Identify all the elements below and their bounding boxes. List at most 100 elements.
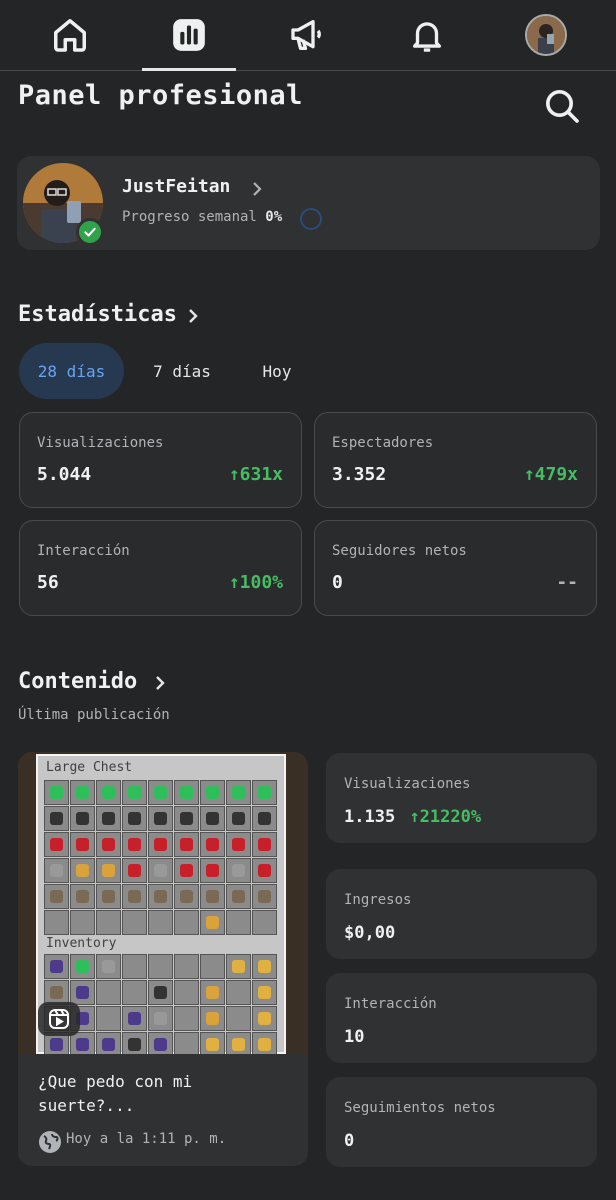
stat-label: Visualizaciones <box>37 435 164 451</box>
stat-value: 5.044 <box>37 464 92 485</box>
inventory-slot <box>70 1032 95 1054</box>
inventory-slot <box>70 780 95 805</box>
item-icon <box>258 890 271 903</box>
item-icon <box>128 838 141 851</box>
item-icon <box>102 960 115 973</box>
inventory-slot <box>148 780 173 805</box>
home-icon <box>53 19 86 52</box>
chevron-right-icon[interactable] <box>186 305 200 331</box>
item-icon <box>50 786 63 799</box>
item-icon <box>102 864 115 877</box>
inventory-slot <box>226 806 251 831</box>
metric-value: 1.135 ↑21220% <box>344 807 481 827</box>
inventory-slot <box>44 954 69 979</box>
post-metric-views[interactable]: Visualizaciones 1.135 ↑21220% <box>326 753 597 843</box>
verified-badge-icon <box>76 218 104 246</box>
tab-28-days[interactable]: 28 días <box>19 343 124 399</box>
profile-card[interactable] <box>17 156 600 250</box>
item-icon <box>232 812 245 825</box>
inventory-slot <box>122 1032 147 1054</box>
inventory-slot <box>96 780 121 805</box>
stat-card-net-followers[interactable]: Seguidores netos 0 -- <box>314 520 597 616</box>
tab-7-days[interactable]: 7 días <box>138 343 226 399</box>
page-title: Panel profesional <box>18 80 303 111</box>
inventory-slot <box>96 832 121 857</box>
stat-card-views[interactable]: Visualizaciones 5.044 ↑631x <box>19 412 302 508</box>
inventory-slot <box>252 884 277 909</box>
latest-post-card[interactable]: Large Chest Inventory ¿Que pedo con mi s… <box>18 752 308 1166</box>
inventory-slot <box>148 1006 173 1031</box>
inventory-slot <box>252 806 277 831</box>
inventory-slot <box>226 832 251 857</box>
inventory-slot <box>226 780 251 805</box>
inventory-slot <box>122 858 147 883</box>
inventory-slots <box>44 954 277 1054</box>
stat-card-engagement[interactable]: Interacción 56 ↑100% <box>19 520 302 616</box>
inventory-slot <box>122 806 147 831</box>
item-icon <box>50 838 63 851</box>
inventory-slot <box>226 884 251 909</box>
metric-label: Visualizaciones <box>344 776 471 792</box>
search-button[interactable] <box>540 84 584 128</box>
nav-dashboard[interactable] <box>134 0 244 71</box>
item-icon <box>232 960 245 973</box>
inventory-slot <box>44 832 69 857</box>
nav-home[interactable] <box>15 0 125 71</box>
inventory-slot <box>148 884 173 909</box>
item-icon <box>232 864 245 877</box>
stats-title[interactable]: Estadísticas <box>18 302 177 327</box>
inventory-slot <box>174 1006 199 1031</box>
metric-value: $0,00 <box>344 923 396 943</box>
inventory-slot <box>200 954 225 979</box>
chevron-right-icon[interactable] <box>250 178 264 204</box>
inventory-slot <box>96 806 121 831</box>
stat-change: ↑631x <box>228 464 283 485</box>
metric-number: 1.135 <box>344 807 396 827</box>
tab-today[interactable]: Hoy <box>240 343 314 399</box>
item-icon <box>180 838 193 851</box>
stat-value: 56 <box>37 572 59 593</box>
dashboard-icon <box>172 19 205 51</box>
inventory-slot <box>174 954 199 979</box>
profile-name[interactable]: JustFeitan <box>122 176 230 197</box>
inventory-slot <box>122 1006 147 1031</box>
content-title[interactable]: Contenido <box>18 669 137 694</box>
item-icon <box>180 786 193 799</box>
post-metric-revenue[interactable]: Ingresos $0,00 <box>326 869 597 959</box>
inventory-slot <box>148 832 173 857</box>
stat-change: ↑100% <box>228 572 283 593</box>
post-metric-net-follows[interactable]: Seguimientos netos 0 <box>326 1077 597 1167</box>
post-time: Hoy a la 1:11 p. m. <box>66 1131 227 1147</box>
stat-label: Interacción <box>37 543 130 559</box>
metric-change: ↑21220% <box>409 807 482 827</box>
inventory-slot <box>252 980 277 1005</box>
item-icon <box>76 812 89 825</box>
inventory-slot <box>44 806 69 831</box>
inventory-slot <box>226 1032 251 1054</box>
nav-profile[interactable] <box>491 0 601 71</box>
stat-change: ↑479x <box>523 464 578 485</box>
item-icon <box>232 838 245 851</box>
post-thumbnail[interactable]: Large Chest Inventory <box>18 752 308 1054</box>
top-nav <box>0 0 616 71</box>
inventory-slot <box>174 858 199 883</box>
stat-card-viewers[interactable]: Espectadores 3.352 ↑479x <box>314 412 597 508</box>
inventory-slot <box>122 884 147 909</box>
item-icon <box>76 838 89 851</box>
chevron-right-icon[interactable] <box>153 672 167 698</box>
item-icon <box>232 786 245 799</box>
item-icon <box>76 1038 89 1051</box>
stat-label: Seguidores netos <box>332 543 467 559</box>
nav-notifications[interactable] <box>372 0 482 71</box>
nav-ads[interactable] <box>253 0 363 71</box>
inventory-slot <box>200 1032 225 1054</box>
content-subtitle: Última publicación <box>18 707 170 723</box>
inventory-slot <box>226 980 251 1005</box>
inventory-slot <box>148 910 173 935</box>
item-icon <box>206 838 219 851</box>
item-icon <box>206 986 219 999</box>
item-icon <box>180 890 193 903</box>
post-metric-engagement[interactable]: Interacción 10 <box>326 973 597 1063</box>
inventory-slot <box>96 910 121 935</box>
inventory-label: Inventory <box>46 936 117 951</box>
